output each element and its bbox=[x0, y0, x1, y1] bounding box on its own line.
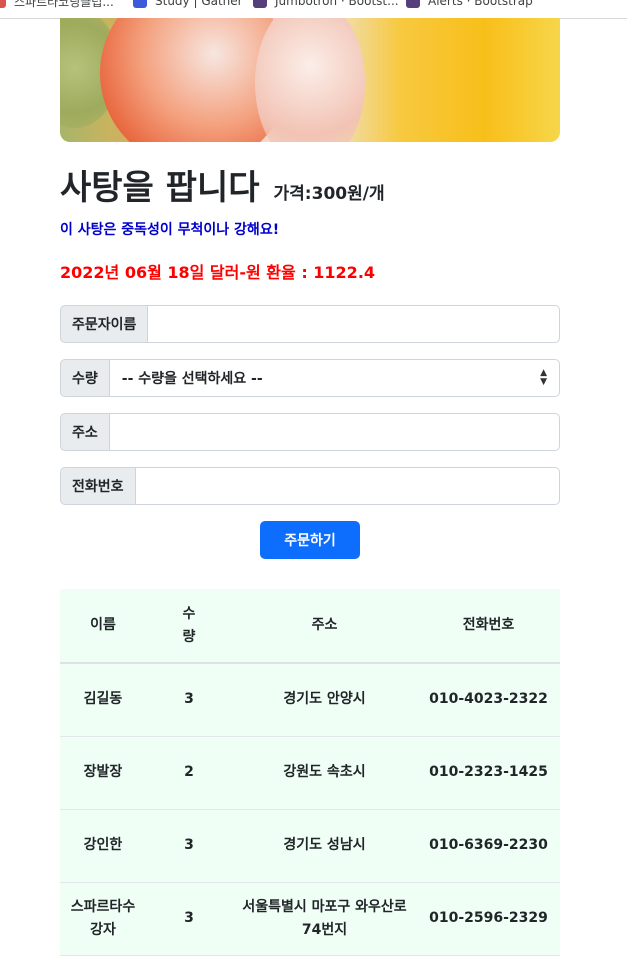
cell-quantity: 3 bbox=[184, 691, 194, 708]
cell-phone: 010-4023-2322 bbox=[429, 691, 548, 708]
phone-field-group: 전화번호 bbox=[60, 467, 560, 505]
bookmark-label: Alerts · Bootstrap bbox=[428, 0, 533, 8]
cell-address: 경기도 안양시 bbox=[283, 691, 366, 708]
bookmark-favicon-icon bbox=[0, 0, 6, 8]
order-submit-button[interactable]: 주문하기 bbox=[260, 521, 360, 559]
cell-quantity: 3 bbox=[184, 910, 194, 926]
name-field-label: 주문자이름 bbox=[60, 305, 149, 343]
bookmark-sparta[interactable]: 스파르타코딩클럽... bbox=[0, 0, 114, 10]
product-title-row: 사탕을 팝니다 가격:300원/개 bbox=[60, 160, 385, 209]
table-row: 스파르타수강자 3 서울특별시 마포구 와우산로 74번지 010-2596-2… bbox=[60, 882, 560, 955]
table-row: 강인한 3 경기도 성남시 010-6369-2230 bbox=[60, 809, 560, 882]
header-quantity: 수량 bbox=[146, 589, 232, 664]
product-description: 이 사탕은 중독성이 무척이나 강해요! bbox=[60, 222, 280, 238]
name-input[interactable] bbox=[148, 305, 560, 343]
quantity-field-group: 수량 -- 수량을 선택하세요 -- ▲ ▼ bbox=[60, 359, 560, 397]
gather-icon bbox=[133, 0, 147, 8]
bookmark-alerts[interactable]: Alerts · Bootstrap bbox=[406, 0, 533, 10]
bootstrap-icon bbox=[253, 0, 267, 8]
name-field-group: 주문자이름 bbox=[60, 305, 560, 343]
cell-name: 김길동 bbox=[83, 691, 123, 708]
cell-address: 서울특별시 마포구 와우산로 74번지 bbox=[242, 898, 407, 938]
cell-address: 강원도 속초시 bbox=[283, 764, 366, 780]
header-phone: 전화번호 bbox=[417, 589, 560, 664]
cell-address: 경기도 성남시 bbox=[283, 837, 366, 853]
cell-quantity: 3 bbox=[184, 837, 194, 853]
table-row: 김길동 3 경기도 안양시 010-4023-2322 bbox=[60, 663, 560, 736]
address-field-label: 주소 bbox=[60, 413, 110, 451]
bookmarks-bar: 스파르타코딩클럽... Study | Gather Jumbotron · B… bbox=[0, 0, 627, 19]
page-title: 사탕을 팝니다 bbox=[60, 168, 260, 208]
bookmark-label: Jumbotron · Bootst... bbox=[275, 0, 399, 8]
bookmark-label: Study | Gather bbox=[155, 0, 243, 8]
exchange-rate: 2022년 06월 18일 달러-원 환율 : 1122.4 bbox=[60, 263, 376, 282]
table-row: 장발장 2 강원도 속초시 010-2323-1425 bbox=[60, 736, 560, 809]
quantity-selected-value: -- 수량을 선택하세요 -- bbox=[121, 371, 263, 387]
bookmark-label: 스파르타코딩클럽... bbox=[14, 0, 114, 9]
orders-table: 이름 수량 주소 전화번호 김길동 3 경기도 안양시 010-4023-232… bbox=[60, 589, 560, 956]
bookmark-jumbotron[interactable]: Jumbotron · Bootst... bbox=[253, 0, 399, 10]
address-field-group: 주소 bbox=[60, 413, 560, 451]
cell-quantity: 2 bbox=[184, 764, 194, 780]
phone-input[interactable] bbox=[135, 467, 560, 505]
select-caret-icon: ▲ ▼ bbox=[540, 368, 547, 387]
cell-phone: 010-2596-2329 bbox=[429, 910, 548, 926]
cell-phone: 010-2323-1425 bbox=[429, 764, 548, 780]
cell-name: 강인한 bbox=[83, 837, 123, 853]
bootstrap-icon bbox=[406, 0, 420, 8]
address-input[interactable] bbox=[109, 413, 560, 451]
candy-hero-image bbox=[60, 18, 560, 142]
phone-field-label: 전화번호 bbox=[60, 467, 136, 505]
price-label: 가격:300원/개 bbox=[273, 184, 385, 204]
quantity-field-label: 수량 bbox=[60, 359, 110, 397]
table-header-row: 이름 수량 주소 전화번호 bbox=[60, 589, 560, 664]
bookmark-gather[interactable]: Study | Gather bbox=[133, 0, 243, 10]
cell-name: 장발장 bbox=[83, 764, 123, 780]
cell-phone: 010-6369-2230 bbox=[429, 837, 548, 853]
header-name: 이름 bbox=[60, 589, 146, 664]
quantity-select[interactable]: -- 수량을 선택하세요 -- ▲ ▼ bbox=[109, 359, 560, 397]
cell-name: 스파르타수강자 bbox=[70, 898, 136, 938]
header-address: 주소 bbox=[232, 589, 417, 664]
